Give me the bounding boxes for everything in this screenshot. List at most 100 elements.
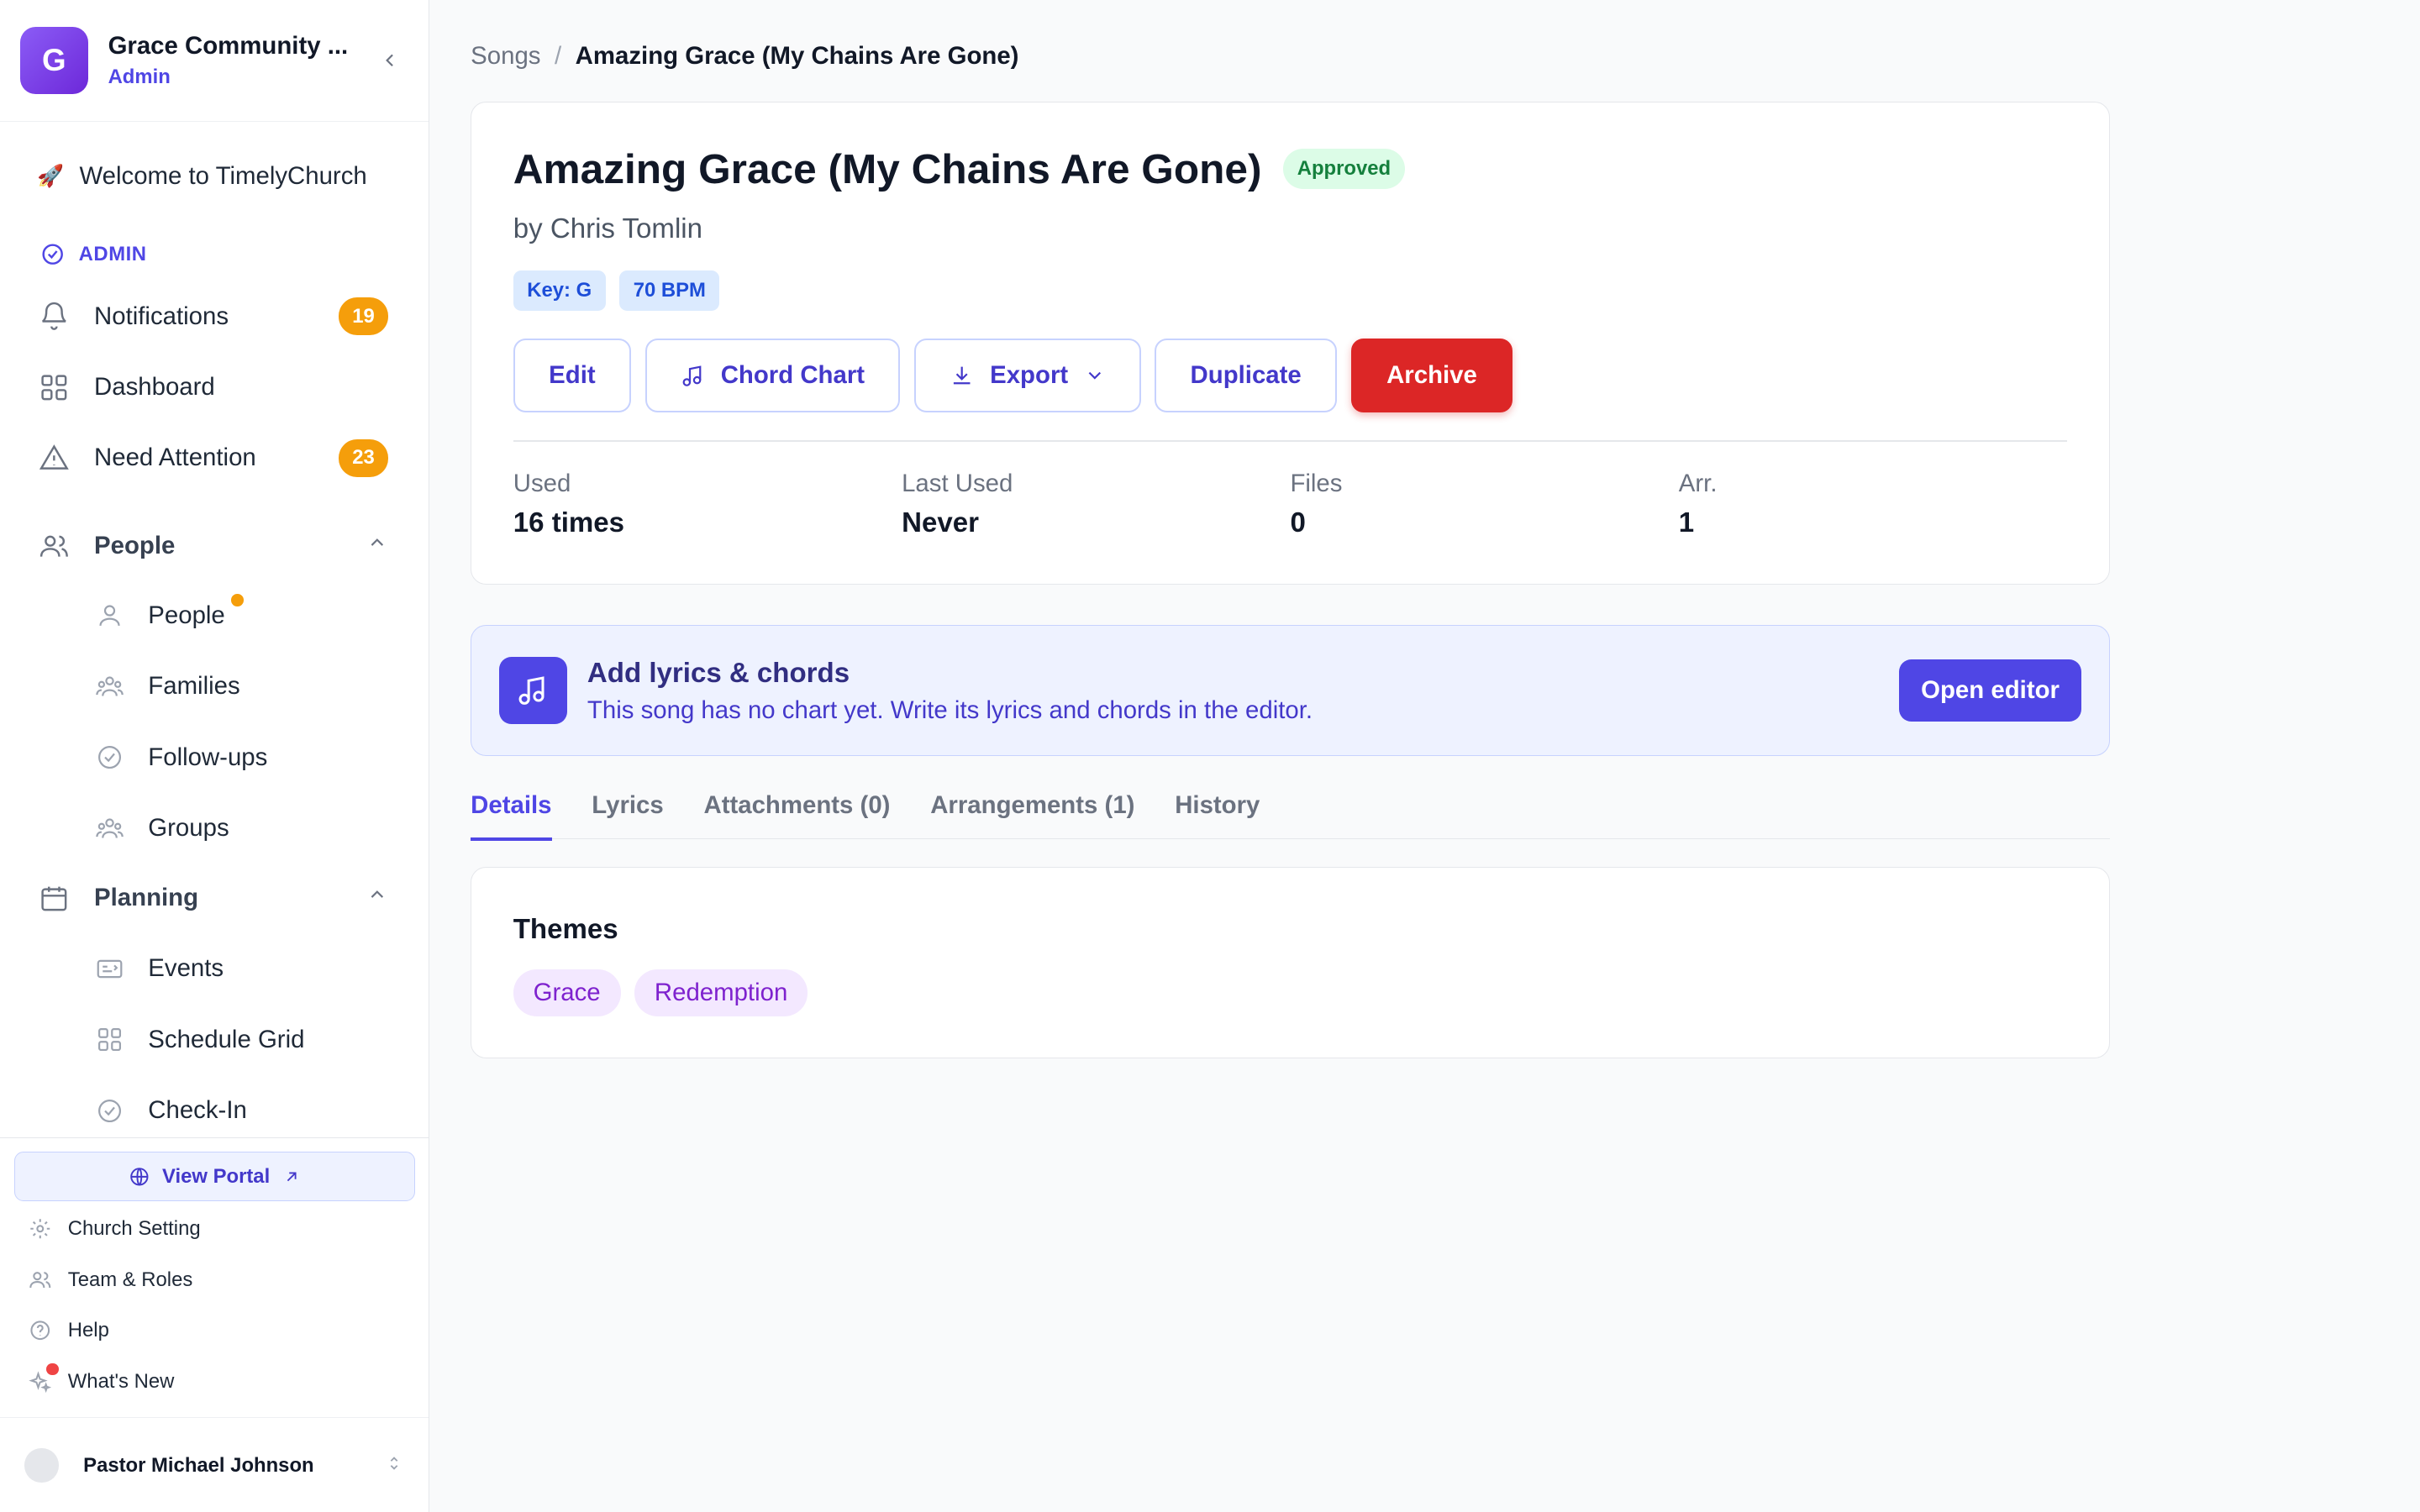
themes-title: Themes (513, 914, 618, 946)
globe-icon (129, 1167, 149, 1186)
breadcrumb: Songs / Amazing Grace (My Chains Are Gon… (471, 42, 1018, 71)
duplicate-button[interactable]: Duplicate (1155, 339, 1338, 413)
sidebar-item-events[interactable]: Events (92, 941, 388, 996)
tab-attachments[interactable]: Attachments (0) (703, 771, 890, 839)
footer-item-whats-new[interactable]: What's New (28, 1362, 174, 1400)
theme-chip-redemption: Redemption (634, 969, 808, 1016)
status-badge: Approved (1283, 148, 1405, 189)
stat-files: Files 0 (1290, 470, 1343, 539)
page-title: Amazing Grace (My Chains Are Gone) (513, 144, 1262, 192)
sidebar-item-check-in[interactable]: Check-In (92, 1083, 388, 1137)
check-badge-icon (92, 741, 126, 774)
banner-description: This song has no chart yet. Write its ly… (587, 696, 1313, 725)
sparkles-icon (28, 1362, 59, 1394)
org-role: Admin (108, 65, 171, 88)
stat-last-used: Last Used Never (902, 470, 1013, 539)
sidebar-nav: 🚀 Welcome to TimelyChurch ADMIN Notifica… (0, 122, 429, 1137)
external-link-icon (287, 1172, 297, 1181)
notifications-count-badge: 19 (339, 297, 388, 335)
tab-history[interactable]: History (1175, 771, 1260, 839)
song-stats: Used 16 times Last Used Never Files 0 Ar… (513, 470, 2067, 539)
chevron-up-icon (366, 532, 388, 560)
sidebar-item-label: Follow-ups (148, 743, 268, 771)
sidebar-item-label: Events (148, 954, 224, 983)
grid-icon (92, 1023, 126, 1057)
sidebar-item-label: Families (148, 672, 240, 701)
song-artist: by Chris Tomlin (513, 213, 703, 245)
download-icon (954, 366, 971, 384)
sidebar-group-label: People (94, 532, 176, 560)
user-name: Pastor Michael Johnson (83, 1453, 314, 1477)
sidebar-item-families[interactable]: Families (92, 659, 388, 714)
key-chip: Key: G (513, 270, 606, 312)
chevron-down-icon (1088, 372, 1101, 381)
need-attention-count-badge: 23 (339, 439, 388, 477)
org-header[interactable]: G Grace Community ... Admin (0, 0, 429, 123)
users-icon (37, 529, 71, 563)
divider (513, 440, 2068, 443)
sidebar-item-people[interactable]: People (92, 588, 388, 643)
help-circle-icon (28, 1319, 52, 1343)
family-icon (92, 669, 126, 703)
chevron-up-icon (366, 884, 388, 912)
footer-item-team-roles[interactable]: Team & Roles (28, 1262, 192, 1299)
export-dropdown-button[interactable]: Export (913, 339, 1141, 413)
user-menu[interactable]: Pastor Michael Johnson (0, 1417, 429, 1512)
user-icon (92, 599, 126, 633)
archive-button[interactable]: Archive (1350, 339, 1513, 413)
edit-button[interactable]: Edit (513, 339, 632, 413)
tab-details[interactable]: Details (471, 771, 553, 841)
chevron-updown-icon (385, 1452, 403, 1480)
sidebar-item-notifications[interactable]: Notifications 19 (37, 288, 388, 344)
avatar (24, 1448, 59, 1483)
sidebar-item-label: Dashboard (94, 372, 215, 401)
collapse-sidebar-icon[interactable] (371, 42, 408, 79)
sidebar-item-label: Groups (148, 814, 229, 843)
song-header-card: Amazing Grace (My Chains Are Gone) Appro… (471, 102, 2110, 585)
org-avatar: G (19, 26, 88, 95)
stat-used: Used 16 times (513, 470, 625, 539)
breadcrumb-separator: / (554, 41, 562, 70)
tab-arrangements[interactable]: Arrangements (1) (930, 771, 1134, 839)
lyrics-chords-banner: Add lyrics & chords This song has no cha… (471, 624, 2110, 756)
breadcrumb-current: Amazing Grace (My Chains Are Gone) (575, 41, 1019, 70)
song-actions: Edit Chord Chart Export Duplicate Archiv… (513, 339, 1513, 413)
sidebar-item-groups[interactable]: Groups (92, 801, 388, 856)
rocket-icon: 🚀 (37, 164, 65, 188)
users-icon (28, 1268, 52, 1292)
sidebar-item-schedule-grid[interactable]: Schedule Grid (92, 1012, 388, 1068)
sidebar-item-dashboard[interactable]: Dashboard (37, 360, 388, 415)
view-portal-button[interactable]: View Portal (13, 1152, 416, 1201)
song-tabs: Details Lyrics Attachments (0) Arrangeme… (471, 771, 2110, 841)
theme-chip-grace: Grace (513, 969, 621, 1016)
check-circle-icon (92, 1094, 126, 1127)
new-indicator-dot (231, 594, 245, 606)
sidebar-item-need-attention[interactable]: Need Attention 23 (37, 430, 388, 486)
org-name: Grace Community ... (108, 32, 349, 60)
sidebar-item-label: Need Attention (94, 444, 256, 472)
music-note-icon (499, 656, 568, 725)
admin-section-label: ADMIN (40, 242, 147, 266)
sidebar-group-people[interactable]: People (37, 518, 388, 574)
sidebar: G Grace Community ... Admin 🚀 Welcome to… (0, 0, 429, 1512)
check-circle-icon (42, 244, 63, 265)
sidebar-group-planning[interactable]: Planning (37, 870, 388, 926)
sidebar-item-label: Notifications (94, 302, 229, 330)
welcome-link[interactable]: 🚀 Welcome to TimelyChurch (37, 162, 367, 191)
unread-dot (46, 1362, 59, 1376)
footer-item-help[interactable]: Help (28, 1312, 109, 1349)
gear-icon (28, 1216, 52, 1241)
groups-icon (92, 811, 126, 845)
breadcrumb-songs-link[interactable]: Songs (471, 42, 540, 71)
welcome-label: Welcome to TimelyChurch (79, 161, 367, 190)
themes-card: Themes Grace Redemption (471, 867, 2110, 1058)
stat-arrangements: Arr. 1 (1678, 470, 1718, 539)
open-editor-button[interactable]: Open editor (1899, 659, 2081, 722)
sidebar-group-label: Planning (94, 883, 199, 911)
footer-item-church-setting[interactable]: Church Setting (28, 1210, 201, 1247)
warning-icon (37, 441, 71, 475)
chord-chart-button[interactable]: Chord Chart (644, 339, 901, 413)
tab-lyrics[interactable]: Lyrics (592, 771, 663, 839)
sidebar-item-label: Check-In (148, 1096, 247, 1125)
sidebar-item-follow-ups[interactable]: Follow-ups (92, 730, 388, 785)
